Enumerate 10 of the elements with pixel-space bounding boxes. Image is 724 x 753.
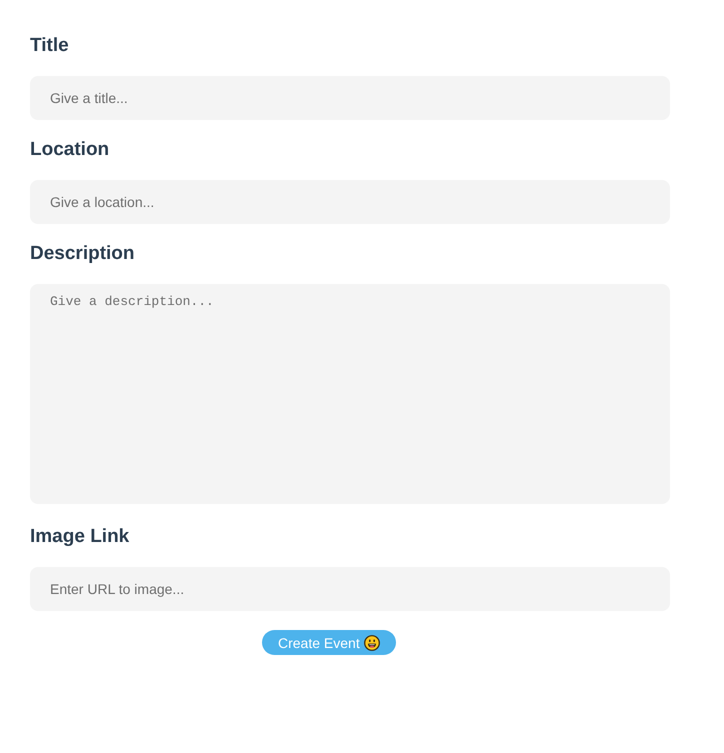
create-event-button[interactable]: Create Event xyxy=(262,630,396,655)
text-input-field[interactable]: Give a title... xyxy=(30,76,670,120)
field-label: Title xyxy=(30,35,69,57)
text-input-field[interactable]: Give a location... xyxy=(30,180,670,224)
description-textarea[interactable]: Give a description... xyxy=(30,284,670,504)
field-label: Description xyxy=(30,243,135,265)
field-label: Location xyxy=(30,139,110,161)
field-label: Image Link xyxy=(30,526,130,548)
smiley-face-icon xyxy=(364,634,380,650)
text-input-field[interactable]: Enter URL to image... xyxy=(30,567,670,611)
